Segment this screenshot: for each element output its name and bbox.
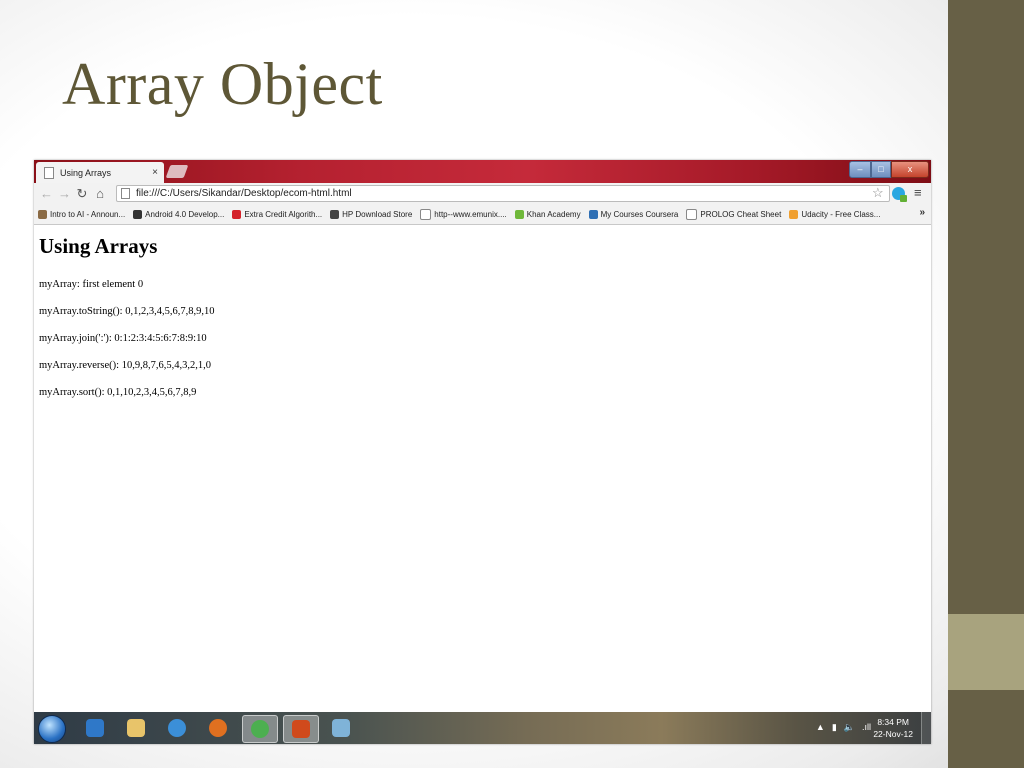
output-line: myArray.reverse(): 10,9,8,7,6,5,4,3,2,1,… <box>39 360 211 371</box>
browser-titlebar: Using Arrays × – □ x <box>34 160 931 183</box>
bookmark-label: Khan Academy <box>526 209 581 219</box>
address-text: file:///C:/Users/Sikandar/Desktop/ecom-h… <box>136 188 352 199</box>
bookmark-label: Intro to AI - Announ... <box>50 209 126 219</box>
slide-title: Array Object <box>62 51 383 117</box>
bookmark-item[interactable]: Intro to AI - Announ... <box>38 209 126 219</box>
close-window-button[interactable]: x <box>891 161 929 178</box>
windows-taskbar: ▲ ▮ 🔈 .ıll 8:34 PM 22-Nov-12 <box>34 712 931 744</box>
output-line: myArray.toString(): 0,1,2,3,4,5,6,7,8,9,… <box>39 306 215 317</box>
taskbar-app[interactable] <box>242 715 278 743</box>
page-icon <box>420 208 432 220</box>
internet-explorer-icon <box>168 719 186 737</box>
new-tab-button[interactable] <box>165 165 189 178</box>
signal-icon[interactable]: .ıll <box>862 722 871 733</box>
system-tray: ▲ ▮ 🔈 .ıll <box>816 722 871 733</box>
bookmark-label: My Courses Coursera <box>600 209 679 219</box>
clock[interactable]: 8:34 PM 22-Nov-12 <box>873 716 913 740</box>
hp-icon <box>330 209 340 219</box>
start-button[interactable] <box>38 715 66 743</box>
address-bar[interactable]: file:///C:/Users/Sikandar/Desktop/ecom-h… <box>116 185 890 202</box>
media-player-icon <box>86 719 104 737</box>
bookmark-item[interactable]: PROLOG Cheat Sheet <box>686 208 782 220</box>
notepad-icon <box>332 719 350 737</box>
bookmark-item[interactable]: Khan Academy <box>514 209 581 219</box>
coursera-icon <box>588 209 598 219</box>
maximize-button[interactable]: □ <box>871 161 891 178</box>
android-icon <box>133 209 143 219</box>
bookmarks-bar: Intro to AI - Announ... Android 4.0 Devel… <box>34 204 931 225</box>
bookmark-item[interactable]: Android 4.0 Develop... <box>133 209 225 219</box>
ai-class-icon <box>38 209 47 219</box>
clock-date: 22-Nov-12 <box>873 729 913 739</box>
clock-time: 8:34 PM <box>877 717 909 727</box>
taskbar-app[interactable] <box>119 715 153 741</box>
firefox-icon <box>209 719 227 737</box>
slide-side-accent <box>948 614 1024 690</box>
tab-close-icon[interactable]: × <box>152 167 158 178</box>
bookmark-item[interactable]: Extra Credit Algorith... <box>232 209 323 219</box>
output-line: myArray.join(':'): 0:1:2:3:4:5:6:7:8:9:1… <box>39 333 207 344</box>
minimize-button[interactable]: – <box>849 161 871 178</box>
page-content: Using Arrays myArray: first element 0 my… <box>34 225 931 712</box>
taskbar-app[interactable] <box>160 715 194 741</box>
menu-icon[interactable]: ≡ <box>914 185 922 200</box>
volume-icon[interactable]: 🔈 <box>844 722 855 733</box>
bookmark-label: http--www.emunix.... <box>434 209 507 219</box>
bookmark-item[interactable]: http--www.emunix.... <box>420 208 507 220</box>
show-desktop-button[interactable] <box>921 712 931 744</box>
page-icon <box>44 166 54 179</box>
taskbar-app[interactable] <box>324 715 358 741</box>
bookmark-item[interactable]: Udacity - Free Class... <box>789 209 881 219</box>
home-icon[interactable]: ⌂ <box>94 186 106 201</box>
taskbar-app[interactable] <box>201 715 235 741</box>
leaf-icon <box>514 209 524 219</box>
udacity-icon <box>789 209 799 219</box>
bookmark-label: Udacity - Free Class... <box>801 209 881 219</box>
window-controls: – □ x <box>849 161 929 178</box>
battery-icon[interactable]: ▮ <box>832 722 837 733</box>
page-icon <box>686 208 698 220</box>
tab-using-arrays[interactable]: Using Arrays × <box>36 162 164 183</box>
powerpoint-icon <box>292 720 310 738</box>
tab-title: Using Arrays <box>60 167 112 178</box>
forward-arrow-icon[interactable]: → <box>58 186 71 201</box>
browser-toolbar: ← → ↻ ⌂ file:///C:/Users/Sikandar/Deskto… <box>34 183 931 204</box>
udacity-red-icon <box>232 209 242 219</box>
reload-icon[interactable]: ↻ <box>76 186 88 202</box>
back-arrow-icon[interactable]: ← <box>40 186 53 201</box>
show-hidden-icons-icon[interactable]: ▲ <box>816 722 825 733</box>
output-line: myArray: first element 0 <box>39 279 144 290</box>
bookmark-item[interactable]: HP Download Store <box>330 209 413 219</box>
taskbar-app[interactable] <box>78 715 112 741</box>
bookmark-label: Android 4.0 Develop... <box>145 209 225 219</box>
page-heading: Using Arrays <box>39 234 158 258</box>
browser-screenshot: Using Arrays × – □ x ← → ↻ ⌂ file:///C:/… <box>34 160 931 744</box>
bookmark-label: PROLOG Cheat Sheet <box>700 209 782 219</box>
bookmark-item[interactable]: My Courses Coursera <box>588 209 679 219</box>
chrome-icon <box>251 720 269 738</box>
explorer-folder-icon <box>127 719 145 737</box>
bookmark-star-icon[interactable]: ☆ <box>872 185 884 201</box>
bookmark-label: HP Download Store <box>342 209 413 219</box>
skype-extension-icon[interactable] <box>892 187 907 202</box>
taskbar-app[interactable] <box>283 715 319 743</box>
bookmarks-overflow-icon[interactable]: » <box>919 207 925 218</box>
output-line: myArray.sort(): 0,1,10,2,3,4,5,6,7,8,9 <box>39 387 197 398</box>
bookmark-label: Extra Credit Algorith... <box>244 209 323 219</box>
page-icon <box>121 188 130 199</box>
